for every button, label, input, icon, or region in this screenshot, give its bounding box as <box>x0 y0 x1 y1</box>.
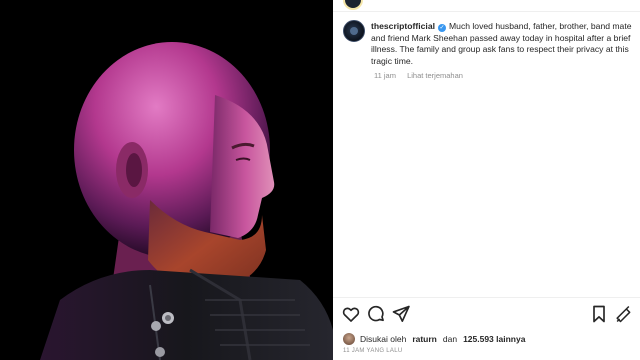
portrait-image <box>40 42 333 360</box>
caption-time[interactable]: 11 jam <box>374 71 396 80</box>
likes-count[interactable]: 125.593 lainnya <box>463 334 525 344</box>
likes-summary: Disukai oleh raturn dan 125.593 lainnya <box>343 332 525 346</box>
comment-icon[interactable] <box>366 304 386 324</box>
caption-meta: 11 jam Lihat terjemahan <box>374 71 472 80</box>
caption-username[interactable]: thescriptofficial <box>371 21 435 31</box>
post-side-panel: thescriptofficial ✓ Much loved husband, fa… <box>333 0 640 360</box>
verified-badge-icon: ✓ <box>438 24 446 32</box>
action-bar <box>341 304 633 326</box>
send-icon[interactable] <box>391 304 411 324</box>
divider <box>333 297 640 298</box>
caption-text: thescriptofficial ✓ Much loved husband, fa… <box>371 21 633 67</box>
likes-conj: dan <box>442 334 458 344</box>
likes-user[interactable]: raturn <box>412 334 437 344</box>
translate-link[interactable]: Lihat terjemahan <box>407 71 463 80</box>
post-photo[interactable] <box>0 0 333 360</box>
post-timestamp[interactable]: 11 JAM YANG LALU <box>343 348 403 354</box>
more-options-icon[interactable] <box>613 304 633 324</box>
header-avatar[interactable] <box>343 0 363 10</box>
caption-avatar[interactable] <box>343 20 365 42</box>
post-header <box>333 0 640 12</box>
likes-prefix: Disukai oleh <box>360 334 407 344</box>
heart-icon[interactable] <box>341 304 361 324</box>
bookmark-icon[interactable] <box>589 304 609 324</box>
liker-avatar[interactable] <box>343 333 355 345</box>
